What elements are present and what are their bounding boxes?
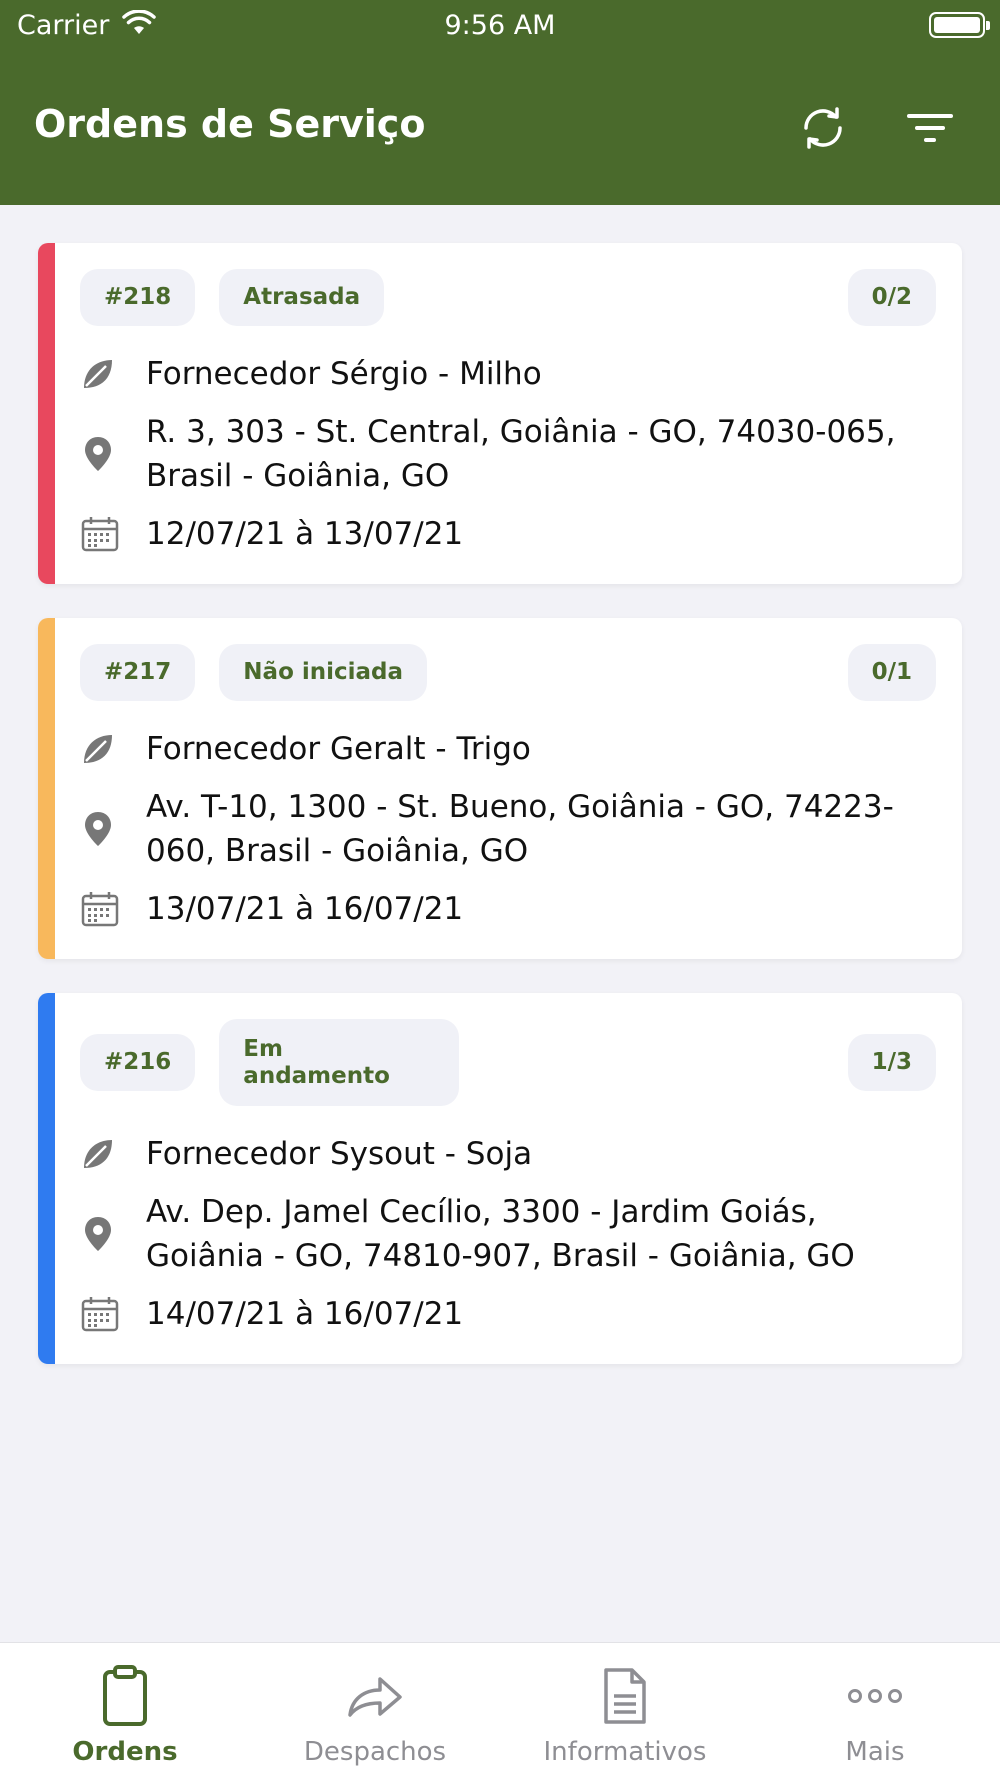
progress-chip: 0/2 [847,269,936,326]
tab-ordens[interactable]: Ordens [0,1643,250,1778]
address-text: R. 3, 303 - St. Central, Goiânia - GO, 7… [146,414,896,494]
calendar-icon [80,1295,146,1333]
status-chip: Em andamento [219,1019,460,1106]
status-time: 9:56 AM [444,10,556,41]
status-chip: Atrasada [219,269,385,326]
supplier-name: Fornecedor Geralt - Trigo [146,731,531,767]
tab-label: Informativos [543,1737,707,1767]
calendar-icon [80,515,146,553]
date-range: 14/07/21 à 16/07/21 [146,1296,464,1332]
leaf-icon [80,731,146,767]
battery-icon [929,12,990,38]
clipboard-icon [100,1663,150,1729]
status-accent-bar [38,618,55,959]
status-chip: Não iniciada [219,644,428,701]
status-accent-bar [38,243,55,584]
supplier-name: Fornecedor Sérgio - Milho [146,356,542,392]
orders-screen: Carrier 9:56 AM Ordens de Serviço #218 A… [0,0,1000,1778]
more-icon [845,1663,905,1729]
location-pin-icon [80,810,146,848]
calendar-icon [80,890,146,928]
supplier-name: Fornecedor Sysout - Soja [146,1136,533,1172]
app-header: Carrier 9:56 AM Ordens de Serviço [0,0,1000,205]
address-text: Av. T-10, 1300 - St. Bueno, Goiânia - GO… [146,789,894,869]
tab-despachos[interactable]: Despachos [250,1643,500,1778]
location-pin-icon [80,435,146,473]
tab-label: Mais [845,1737,905,1767]
date-range: 13/07/21 à 16/07/21 [146,891,464,927]
status-accent-bar [38,993,55,1364]
refresh-icon [804,107,842,149]
tab-mais[interactable]: Mais [750,1643,1000,1778]
order-card[interactable]: #216 Em andamento 1/3 Fornecedor Sysout … [38,993,962,1364]
location-pin-icon [80,1215,146,1253]
leaf-icon [80,1136,146,1172]
order-card[interactable]: #217 Não iniciada 0/1 Fornecedor Geralt … [38,618,962,959]
filter-icon [907,114,953,142]
order-number-chip: #216 [80,1034,196,1091]
date-range: 12/07/21 à 13/07/21 [146,516,464,552]
order-number-chip: #217 [80,644,196,701]
progress-chip: 1/3 [847,1034,936,1091]
tab-label: Ordens [72,1737,178,1767]
leaf-icon [80,356,146,392]
orders-list: #218 Atrasada 0/2 Fornecedor Sérgio - Mi… [38,243,962,1398]
tab-informativos[interactable]: Informativos [500,1643,750,1778]
share-icon [346,1663,404,1729]
address-text: Av. Dep. Jamel Cecílio, 3300 - Jardim Go… [146,1194,855,1274]
progress-chip: 0/1 [847,644,936,701]
order-number-chip: #218 [80,269,196,326]
page-title: Ordens de Serviço [34,102,426,146]
order-card[interactable]: #218 Atrasada 0/2 Fornecedor Sérgio - Mi… [38,243,962,584]
document-icon [600,1663,650,1729]
status-bar: Carrier 9:56 AM [0,0,1000,52]
refresh-button[interactable] [795,100,851,156]
filter-button[interactable] [902,100,958,156]
tab-bar: Ordens Despachos Informativos Mais [0,1642,1000,1778]
tab-label: Despachos [303,1737,447,1767]
